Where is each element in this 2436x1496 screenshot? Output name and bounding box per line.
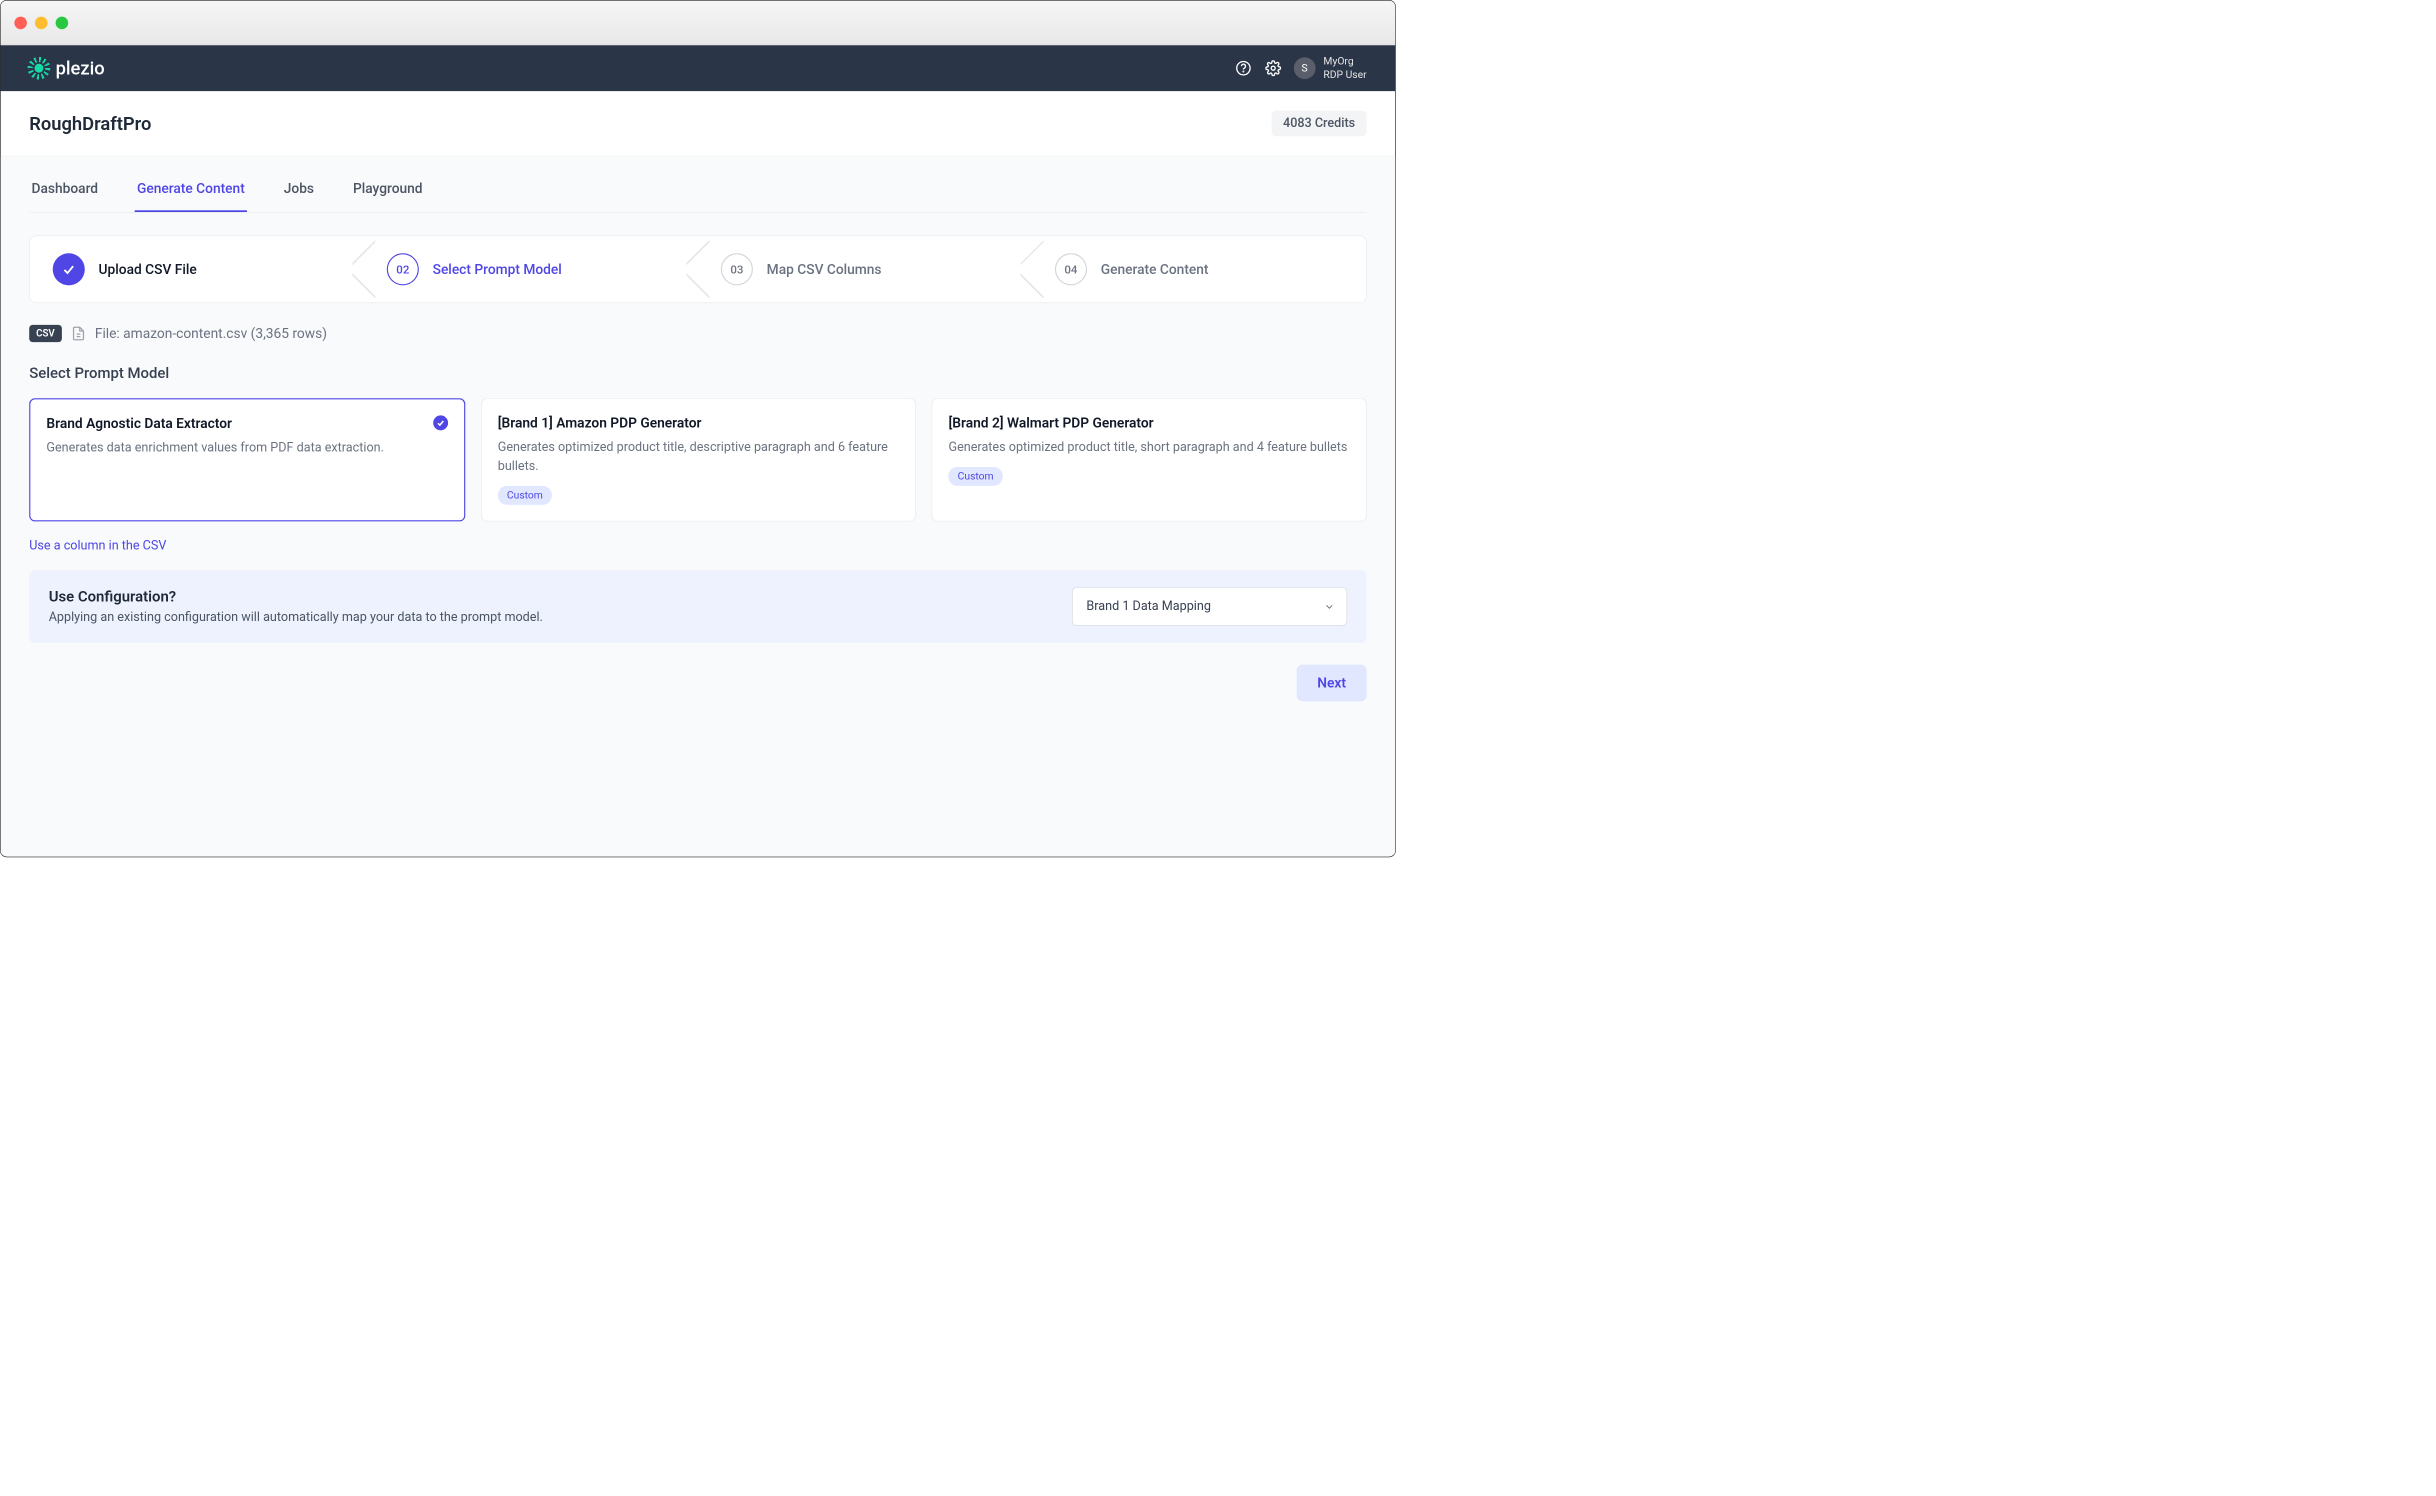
csv-badge: CSV [29,325,61,342]
main-content: Dashboard Generate Content Jobs Playgrou… [1,156,1396,857]
config-select[interactable]: Brand 1 Data Mapping [1072,587,1347,625]
card-desc: Generates optimized product title, descr… [498,438,899,476]
step-label: Generate Content [1101,261,1209,277]
card-desc: Generates optimized product title, short… [949,438,1350,457]
card-title: Brand Agnostic Data Extractor [46,415,447,431]
user-name: RDP User [1323,68,1366,81]
model-card-amazon-pdp[interactable]: [Brand 1] Amazon PDP Generator Generates… [481,398,916,521]
section-title: Select Prompt Model [29,365,1366,382]
tab-generate-content[interactable]: Generate Content [135,174,247,212]
config-box: Use Configuration? Applying an existing … [29,570,1366,643]
file-icon [71,326,86,341]
file-info-row: CSV File: amazon-content.csv (3,365 rows… [29,325,1366,342]
card-desc: Generates data enrichment values from PD… [46,438,447,457]
custom-badge: Custom [498,486,552,505]
step-label: Select Prompt Model [433,261,562,277]
step-number: 02 [387,253,419,285]
credits-badge: 4083 Credits [1272,111,1367,137]
gear-icon[interactable] [1264,59,1282,77]
window-maximize-button[interactable] [56,16,69,29]
step-generate-content[interactable]: 04 Generate Content [1032,236,1366,302]
step-select-prompt-model[interactable]: 02 Select Prompt Model [364,236,698,302]
card-title: [Brand 2] Walmart PDP Generator [949,415,1350,431]
help-icon[interactable] [1234,59,1252,77]
window-titlebar [1,1,1396,46]
model-cards: Brand Agnostic Data Extractor Generates … [29,398,1366,521]
config-title: Use Configuration? [49,588,1055,605]
step-label: Map CSV Columns [767,261,882,277]
tab-jobs[interactable]: Jobs [281,174,316,212]
window-minimize-button[interactable] [35,16,48,29]
avatar: S [1294,57,1316,79]
card-title: [Brand 1] Amazon PDP Generator [498,415,899,431]
brand-logo[interactable]: plezio [29,57,104,79]
step-label: Upload CSV File [99,261,197,277]
config-desc: Applying an existing configuration will … [49,610,1055,624]
use-csv-column-link[interactable]: Use a column in the CSV [29,539,1366,553]
top-nav: plezio S MyOrg RDP User [1,45,1396,91]
file-text: File: amazon-content.csv (3,365 rows) [95,325,327,341]
footer-actions: Next [29,665,1366,702]
step-number: 03 [721,253,753,285]
step-number: 04 [1055,253,1087,285]
window-close-button[interactable] [14,16,27,29]
user-text: MyOrg RDP User [1323,55,1366,82]
stepper: Upload CSV File 02 Select Prompt Model 0… [29,236,1366,304]
tab-dashboard[interactable]: Dashboard [29,174,100,212]
next-button[interactable]: Next [1297,665,1367,702]
tab-playground[interactable]: Playground [351,174,425,212]
check-icon [433,415,448,430]
brand-name: plezio [56,57,105,79]
user-menu[interactable]: S MyOrg RDP User [1294,55,1367,82]
page-title: RoughDraftPro [29,113,151,135]
check-icon [53,253,85,285]
step-map-csv-columns[interactable]: 03 Map CSV Columns [698,236,1032,302]
app-window: plezio S MyOrg RDP User RoughDraftPro 40… [0,0,1396,857]
step-upload-csv[interactable]: Upload CSV File [30,236,364,302]
model-card-brand-agnostic[interactable]: Brand Agnostic Data Extractor Generates … [29,398,465,521]
page-header: RoughDraftPro 4083 Credits [1,91,1396,156]
tabs: Dashboard Generate Content Jobs Playgrou… [29,156,1366,212]
custom-badge: Custom [949,467,1003,486]
user-org: MyOrg [1323,55,1366,68]
model-card-walmart-pdp[interactable]: [Brand 2] Walmart PDP Generator Generate… [932,398,1367,521]
logo-icon [29,58,48,77]
